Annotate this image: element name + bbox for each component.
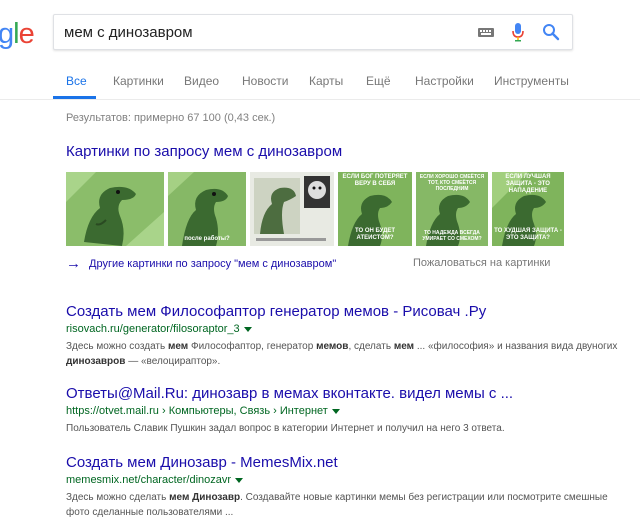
search-tabs: Все Картинки Видео Новости Карты Ещё Нас…	[0, 64, 640, 100]
result-snippet: Здесь можно сделать мем Динозавр. Создав…	[66, 492, 608, 518]
thumb-caption-top: ЕСЛИ ЛУЧШАЯ ЗАЩИТА - ЭТО НАПАДЕНИЕ	[505, 174, 551, 194]
search-box	[53, 14, 573, 50]
keyboard-icon[interactable]	[478, 28, 494, 37]
tab-more[interactable]: Ещё	[366, 74, 391, 88]
dropdown-caret-icon[interactable]	[235, 477, 244, 483]
result-snippet: Пользователь Славик Пушкин задал вопрос …	[66, 423, 505, 434]
result-title-link[interactable]: Создать мем Философаптор генератор мемов…	[66, 303, 626, 320]
tab-maps[interactable]: Карты	[309, 74, 343, 88]
thumb-caption-bottom: ТО НАДЕЖДА ВСЕГДА УМИРАЕТ СО СМЕХОМ?	[422, 230, 482, 242]
search-result: Создать мем Динозавр - MemesMix.net meme…	[66, 454, 626, 520]
search-icon[interactable]	[542, 23, 560, 41]
thumb-caption-bottom: ТО ОН БУДЕТ АТЕИСТОМ?	[354, 228, 396, 241]
logo-letter: g	[0, 18, 14, 50]
tab-tools[interactable]: Инструменты	[494, 74, 569, 88]
result-url: memesmix.net/character/dinozavr	[66, 474, 232, 486]
images-heading-link[interactable]: Картинки по запросу мем с динозавром	[66, 143, 342, 160]
search-result: Создать мем Философаптор генератор мемов…	[66, 303, 626, 369]
result-title-link[interactable]: Ответы@Mail.Ru: динозавр в мемах вконтак…	[66, 385, 626, 402]
thumb-caption-bottom: ТО ХУДШАЯ ЗАЩИТА - ЭТО ЗАЩИТА?	[494, 228, 562, 241]
raptor-image	[168, 172, 246, 246]
image-thumbnail[interactable]: ЕСЛИ ЛУЧШАЯ ЗАЩИТА - ЭТО НАПАДЕНИЕ ТО ХУ…	[492, 172, 564, 246]
image-thumbnail[interactable]: после работы?	[168, 172, 246, 246]
result-title-link[interactable]: Создать мем Динозавр - MemesMix.net	[66, 454, 626, 471]
raptor-image	[250, 172, 334, 246]
more-images-label: Другие картинки по запросу "мем с диноза…	[89, 258, 337, 270]
thumb-caption: после работы?	[184, 236, 230, 242]
arrow-right-icon: →	[66, 255, 81, 272]
active-tab-indicator	[53, 96, 96, 99]
microphone-icon[interactable]	[511, 22, 525, 42]
result-url: risovach.ru/generator/filosoraptor_3	[66, 323, 240, 335]
image-thumbnail[interactable]	[66, 172, 164, 246]
tab-settings[interactable]: Настройки	[415, 74, 474, 88]
image-thumbnail[interactable]	[250, 172, 334, 246]
image-thumbnail[interactable]: ЕСЛИ ХОРОШО СМЕЁТСЯ ТОТ, КТО СМЕЁТСЯ ПОС…	[416, 172, 488, 246]
thumb-caption-top: ЕСЛИ БОГ ПОТЕРЯЕТ ВЕРУ В СЕБЯ	[342, 174, 408, 187]
tab-news[interactable]: Новости	[242, 74, 288, 88]
tab-images[interactable]: Картинки	[113, 74, 164, 88]
report-images-link[interactable]: Пожаловаться на картинки	[413, 257, 550, 269]
google-logo[interactable]: gle	[0, 18, 35, 51]
tab-all[interactable]: Все	[66, 74, 87, 88]
thumb-caption-top: ЕСЛИ ХОРОШО СМЕЁТСЯ ТОТ, КТО СМЕЁТСЯ ПОС…	[419, 174, 485, 192]
result-snippet: Здесь можно создать мем Философаптор, ге…	[66, 341, 618, 367]
search-result: Ответы@Mail.Ru: динозавр в мемах вконтак…	[66, 385, 626, 436]
dropdown-caret-icon[interactable]	[331, 408, 340, 414]
more-images-link[interactable]: → Другие картинки по запросу "мем с диноз…	[66, 254, 337, 272]
search-input[interactable]	[64, 15, 454, 49]
tab-video[interactable]: Видео	[184, 74, 219, 88]
raptor-image	[66, 172, 164, 246]
dropdown-caret-icon[interactable]	[243, 326, 252, 332]
result-stats: Результатов: примерно 67 100 (0,43 сек.)	[66, 112, 276, 124]
image-thumbnail[interactable]: ЕСЛИ БОГ ПОТЕРЯЕТ ВЕРУ В СЕБЯ ТО ОН БУДЕ…	[338, 172, 412, 246]
logo-letter: e	[18, 18, 35, 50]
result-url: https://otvet.mail.ru › Компьютеры, Связ…	[66, 405, 328, 417]
